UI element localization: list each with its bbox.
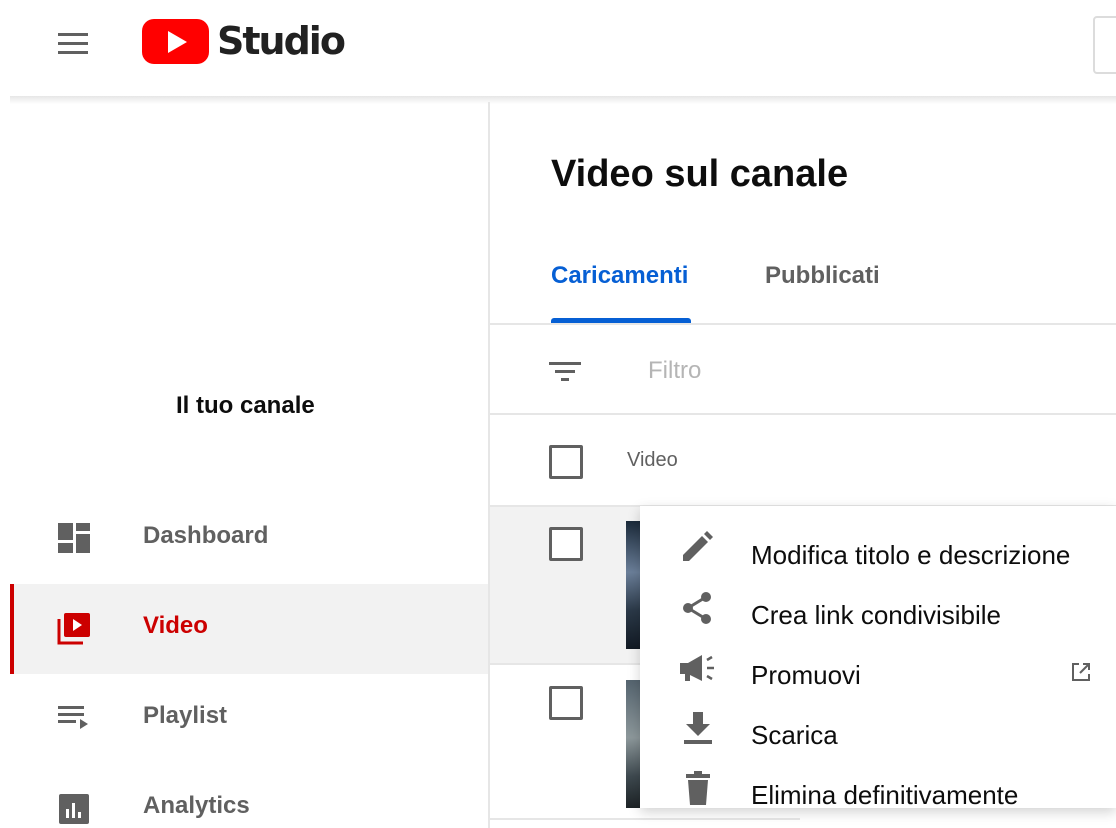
video-thumbnail[interactable] (626, 521, 640, 649)
sidebar-item-label: Dashboard (143, 522, 269, 549)
menu-item-label: Promuovi (751, 660, 861, 690)
sidebar-item-analytics[interactable]: Analytics (10, 764, 488, 828)
sidebar-item-label: Playlist (143, 702, 228, 729)
column-header-video: Video (627, 449, 678, 471)
hamburger-menu-icon[interactable] (52, 22, 100, 62)
filter-icon[interactable] (547, 356, 583, 386)
video-thumbnail[interactable] (626, 680, 640, 808)
sidebar-divider (488, 102, 490, 828)
select-all-checkbox[interactable] (549, 445, 583, 479)
top-bar: Studio (0, 0, 1116, 100)
divider (490, 818, 800, 820)
megaphone-icon (680, 655, 714, 681)
divider (490, 323, 1116, 325)
menu-item-edit-title[interactable]: Modifica titolo e descrizione (640, 516, 1116, 576)
pencil-icon (683, 531, 713, 561)
logo-text: Studio (217, 19, 346, 63)
studio-logo[interactable]: Studio (142, 18, 346, 64)
sidebar-item-label: Analytics (143, 792, 250, 819)
sidebar-item-playlist[interactable]: Playlist (10, 674, 488, 764)
youtube-play-icon (142, 18, 209, 64)
page-title: Video sul canale (551, 153, 849, 195)
menu-item-label: Scarica (751, 720, 838, 750)
video-library-icon (57, 613, 90, 645)
tab-live[interactable]: Pubblicati (765, 262, 880, 290)
menu-item-label: Modifica titolo e descrizione (751, 540, 1071, 570)
search-box[interactable] (1093, 16, 1116, 74)
menu-item-share-link[interactable]: Crea link condivisibile (640, 576, 1116, 636)
filter-input[interactable] (648, 355, 1048, 387)
menu-item-label: Elimina definitivamente (751, 780, 1019, 810)
menu-item-download[interactable]: Scarica (640, 696, 1116, 756)
download-icon (684, 712, 712, 744)
analytics-icon (59, 794, 89, 824)
video-options-menu: Modifica titolo e descrizione Crea link … (640, 506, 1116, 810)
sidebar-item-video[interactable]: Video (10, 584, 488, 674)
tab-uploads[interactable]: Caricamenti (551, 262, 688, 290)
menu-item-promote[interactable]: Promuovi (640, 636, 1116, 696)
share-icon (683, 592, 711, 624)
dashboard-icon (58, 523, 90, 553)
sidebar-item-label: Video (143, 612, 208, 639)
divider (490, 413, 1116, 415)
sidebar-item-dashboard[interactable]: Dashboard (10, 494, 488, 584)
open-external-icon (1072, 663, 1090, 681)
menu-item-delete[interactable]: Elimina definitivamente (640, 756, 1116, 816)
trash-icon (686, 771, 710, 805)
playlist-icon (58, 706, 88, 729)
menu-item-label: Crea link condivisibile (751, 600, 1001, 630)
channel-name: Il tuo canale (176, 392, 315, 419)
row-checkbox[interactable] (549, 527, 583, 561)
row-checkbox[interactable] (549, 686, 583, 720)
